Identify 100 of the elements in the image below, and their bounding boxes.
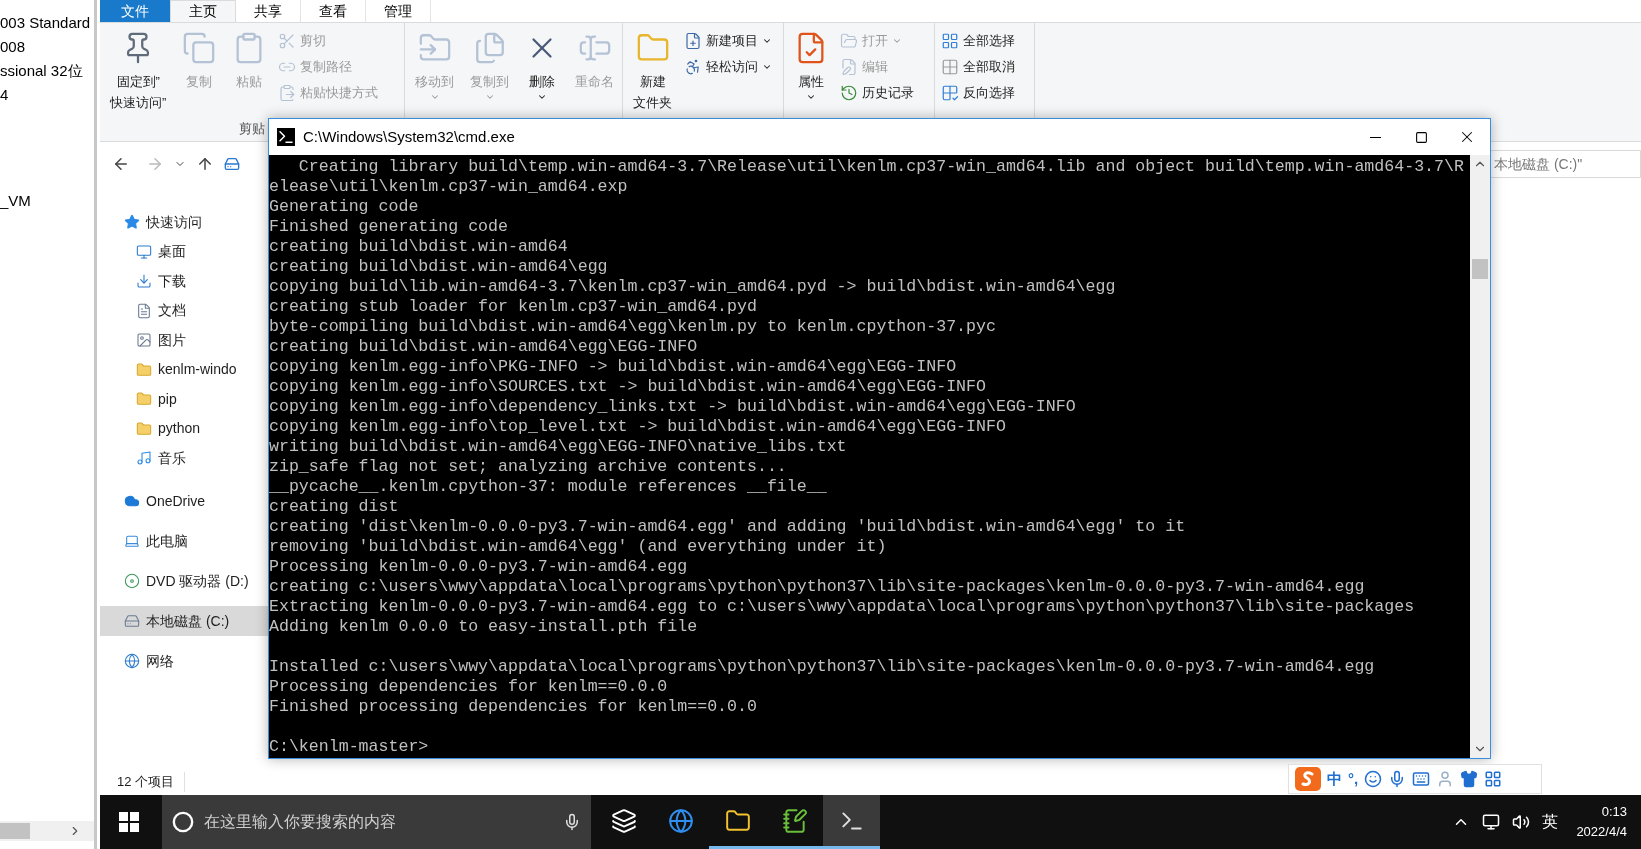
console-line: Generating code (269, 197, 420, 217)
browser-icon (667, 807, 694, 834)
scroll-thumb[interactable] (1472, 259, 1488, 279)
nav-item[interactable]: pip (100, 384, 268, 414)
console-line: C:\kenlm-master> (269, 737, 430, 757)
drive-icon (124, 613, 140, 629)
console-line: Finished processing dependencies for kenlm==0.0.0 (269, 697, 758, 717)
console-line: creating build\bdist.win-amd64\egg (269, 257, 609, 277)
nav-item[interactable]: kenlm-windo (100, 355, 268, 385)
nav-item[interactable]: 图片 (100, 325, 268, 355)
ime-punctuation[interactable]: °, (1348, 767, 1359, 791)
clock[interactable]: 0:13 2022/4/4 (1570, 802, 1633, 842)
console-line: copying kenlm.egg-info\PKG-INFO -> build\bdist.win-amd64\egg\EGG-INFO (269, 357, 958, 377)
folder-icon (724, 807, 751, 834)
console-line: writing build\bdist.win-amd64\egg\EGG-INFO\native_libs.txt (269, 437, 848, 457)
picture-icon (136, 332, 152, 349)
edit-icon (840, 58, 858, 76)
notepad-icon (781, 807, 808, 834)
ribbon-button[interactable]: 新建项目 (684, 29, 772, 53)
ribbon-button[interactable]: 历史记录 (840, 81, 914, 105)
console-line: Installed c:\users\wwy\appdata\local\programs\python\python37\lib\site-packages\kenlm-0.0.0-py3.7-win-amd64.egg (269, 657, 1376, 677)
ribbon-button[interactable]: 属性 (790, 27, 832, 102)
nav-item[interactable]: 文档 (100, 296, 268, 326)
drive-icon (224, 156, 240, 172)
console-line: zip_safe flag not set; analyzing archive contents... (269, 457, 788, 477)
console-line: creating build\bdist.win-amd64\egg\EGG-INFO (269, 337, 699, 357)
console-line: creating c:\users\wwy\appdata\local\programs\python\python37\lib\site-packages\kenlm-0.0.0-py3.7-win-amd64.egg (269, 577, 1366, 597)
nav-item[interactable]: 桌面 (100, 237, 268, 267)
nav-item[interactable]: python (100, 414, 268, 444)
task-view-icon (610, 807, 637, 834)
up-icon[interactable] (196, 155, 214, 173)
console-line: copying kenlm.egg-info\SOURCES.txt -> build\bdist.win-amd64\egg\EGG-INFO (269, 377, 987, 397)
console-line: copying kenlm.egg-info\top_level.txt -> build\bdist.win-amd64\egg\EGG-INFO (269, 417, 1007, 437)
cloud-icon (124, 493, 140, 509)
ime-logo-icon (1295, 767, 1321, 791)
copy-icon (182, 31, 217, 65)
ribbon-button[interactable]: 固定到” 快速访问” (106, 27, 171, 113)
ribbon-button[interactable]: 全部选择 (941, 29, 1015, 53)
network-icon[interactable] (1482, 813, 1501, 831)
document-icon (136, 302, 152, 319)
console-line: Extracting kenlm-0.0.0-py3.7-win-amd64.egg to c:\users\wwy\appdata\local\programs\python\python37\lib\site-packages (269, 597, 1416, 617)
nav-item[interactable]: DVD 驱动器 (D:) (100, 566, 268, 596)
maximize-icon (1414, 130, 1428, 144)
new-file-icon (684, 32, 702, 50)
accessibility-icon (684, 58, 702, 76)
console-line: byte-compiling build\bdist.win-amd64\egg\kenlm.py to kenlm.cpython-37.pyc (269, 317, 997, 337)
nav-item[interactable]: 此电脑 (100, 526, 268, 556)
console-line: Processing dependencies for kenlm==0.0.0 (269, 677, 669, 697)
ribbon-button[interactable]: 新建 文件夹 (629, 27, 676, 113)
ribbon-button[interactable]: 反向选择 (941, 81, 1015, 105)
nav-item[interactable]: 网络 (100, 646, 268, 676)
scrollbar[interactable] (0, 821, 94, 841)
grid-icon[interactable] (1484, 770, 1503, 788)
ribbon-button[interactable]: 全部取消 (941, 55, 1015, 79)
smiley-icon[interactable] (1364, 770, 1383, 788)
ribbon-button[interactable]: 删除 (521, 27, 563, 102)
back-icon[interactable] (112, 155, 130, 173)
volume-icon[interactable] (1512, 813, 1531, 831)
list-text: 4 (0, 85, 10, 105)
console-line: copying build\lib.win-amd64-3.7\kenlm.cp37-win_amd64.pyd -> build\bdist.win-amd64\egg (269, 277, 1117, 297)
console-line: __pycache__.kenlm.cpython-37: module references __file__ (269, 477, 828, 497)
grid-icon (941, 84, 959, 102)
file-menu-tab[interactable]: 文件 (100, 0, 170, 22)
ribbon-tab[interactable]: 主页 (170, 0, 236, 22)
microphone-icon[interactable] (563, 813, 581, 831)
item-count: 12 个项目 (117, 772, 186, 792)
search-field[interactable]: 本地磁盘 (C:)" (1490, 150, 1641, 178)
console-line: Processing kenlm-0.0.0-py3.7-win-amd64.egg (269, 557, 689, 577)
nav-item[interactable]: 下载 (100, 266, 268, 296)
console-line: Finished generating code (269, 217, 509, 237)
nav-item[interactable]: OneDrive (100, 486, 268, 516)
console-line: elease\util\kenlm.cp37-win_amd64.exp (269, 177, 629, 197)
console-line: creating dist (269, 497, 400, 517)
console-line: creating build\bdist.win-amd64 (269, 237, 569, 257)
list-text: ssional 32位 (0, 61, 84, 81)
console-line: Creating library build\temp.win-amd64-3.7\Release\util\kenlm.cp37-win_amd64.lib and object build\temp.win-amd64-3.7\R (297, 157, 1465, 177)
list-text: 003 Standard (0, 13, 92, 33)
scrollbar[interactable] (1470, 155, 1490, 758)
grid-icon (941, 32, 959, 50)
shirt-icon[interactable] (1460, 770, 1479, 788)
ribbon-button[interactable]: 轻松访问 (684, 55, 772, 79)
computer-icon (124, 533, 140, 549)
desktop-folder-icon (136, 243, 152, 260)
list-text: 008 (0, 37, 27, 57)
taskbar-search-field[interactable]: 在这里输入你要搜索的内容 (162, 795, 591, 849)
console-line: copying kenlm.egg-info\dependency_links.txt -> build\bdist.win-amd64\egg\EGG-INFO (269, 397, 1077, 417)
nav-item[interactable]: 快速访问 (100, 207, 268, 237)
minimize-icon (1369, 136, 1381, 138)
windows-logo-icon (118, 812, 139, 832)
globe-icon (124, 653, 140, 669)
list-text: _VM (0, 191, 32, 211)
disc-icon (124, 573, 140, 589)
keyboard-icon[interactable] (1412, 770, 1431, 788)
ime-mode[interactable]: 中 (1327, 767, 1342, 791)
nav-item[interactable]: 音乐 (100, 443, 268, 473)
nav-item[interactable]: 本地磁盘 (C:) (100, 606, 268, 636)
window-title: C:\Windows\System32\cmd.exe (303, 126, 515, 147)
shortcut-icon (278, 84, 297, 102)
grid-icon (941, 58, 959, 76)
input-language[interactable]: 英 (1542, 810, 1559, 834)
